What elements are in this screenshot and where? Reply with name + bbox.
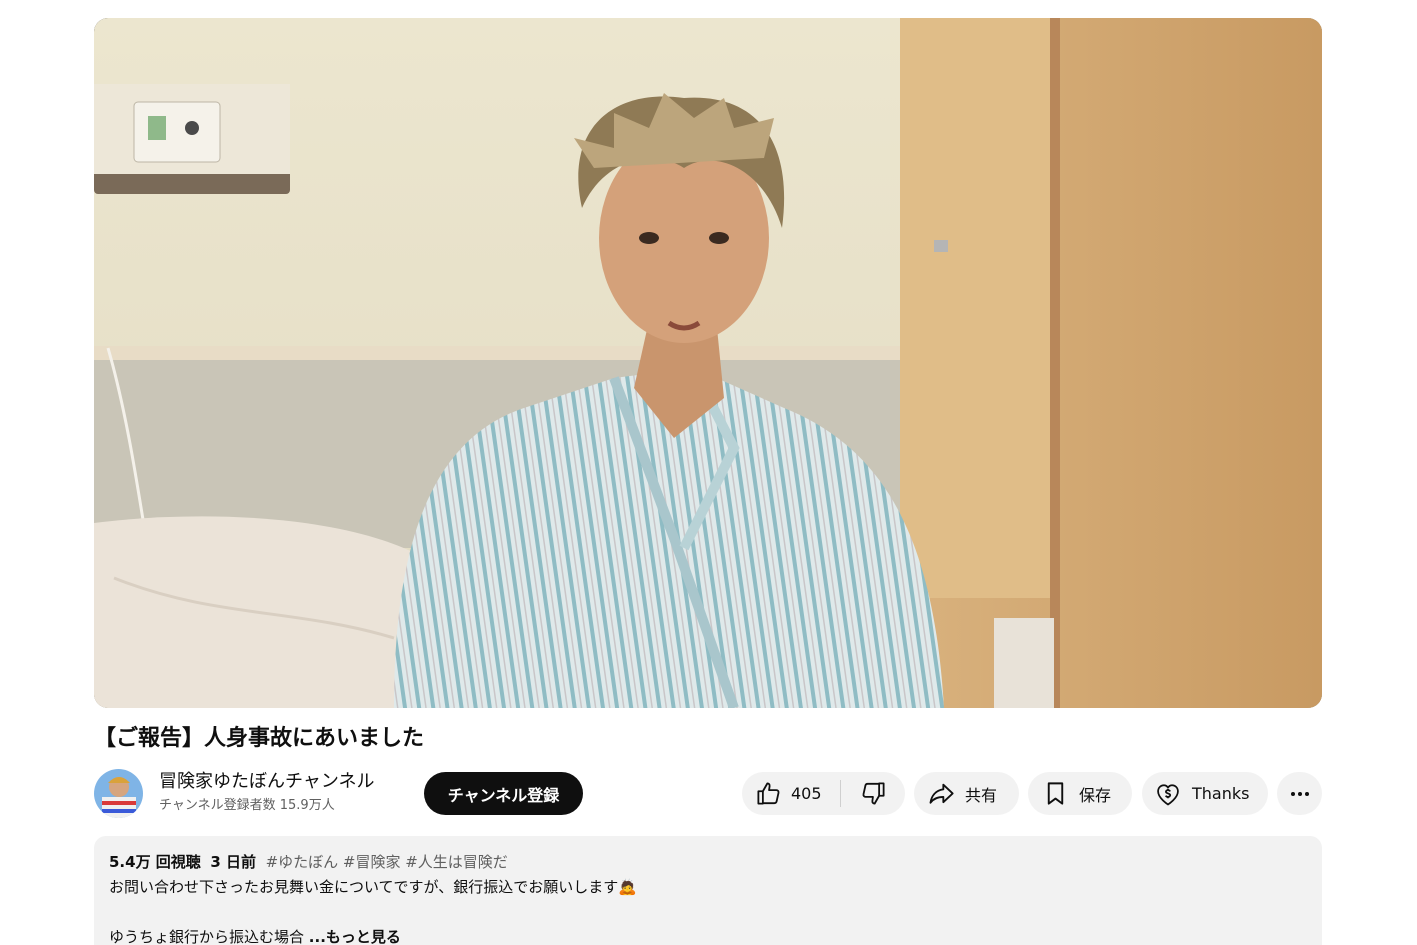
share-label: 共有	[965, 785, 998, 805]
like-button[interactable]: 405	[742, 772, 840, 815]
avatar-image	[94, 769, 143, 818]
video-player[interactable]	[94, 18, 1322, 708]
description-box[interactable]: 5.4万 回視聴 3 日前 #ゆたぼん #冒険家 #人生は冒険だ お問い合わせ下…	[94, 836, 1322, 945]
subscribe-button[interactable]: チャンネル登録	[424, 772, 583, 815]
video-meta: 5.4万 回視聴 3 日前 #ゆたぼん #冒険家 #人生は冒険だ	[109, 850, 1307, 875]
channel-name[interactable]: 冒険家ゆたぼんチャンネル	[159, 770, 374, 794]
channel-avatar[interactable]	[94, 769, 143, 818]
view-count: 5.4万 回視聴	[109, 853, 201, 871]
more-horizontal-icon	[1288, 782, 1312, 806]
like-count: 405	[791, 784, 822, 803]
description-line-2: ゆうちょ銀行から振込む場合	[109, 928, 305, 945]
description-line-1: お問い合わせ下さったお見舞い金についてですが、銀行振込でお願いします🙇	[109, 878, 637, 896]
video-title: 【ご報告】人身事故にあいました	[94, 726, 425, 751]
share-button[interactable]: 共有	[914, 772, 1019, 815]
share-arrow-icon	[927, 780, 955, 808]
save-label: 保存	[1079, 785, 1112, 805]
subscriber-count: チャンネル登録者数 15.9万人	[159, 798, 335, 813]
thumbs-down-icon	[860, 780, 887, 807]
upload-date: 3 日前	[210, 853, 257, 871]
save-button[interactable]: 保存	[1028, 772, 1132, 815]
more-actions-button[interactable]	[1277, 772, 1322, 815]
description-line-2-row: ゆうちょ銀行から振込む場合 ...もっと見る	[109, 925, 1307, 945]
dislike-button[interactable]	[841, 772, 905, 815]
thanks-label: Thanks	[1192, 784, 1250, 803]
show-more-link[interactable]: ...もっと見る	[309, 928, 401, 945]
thumbs-up-icon	[755, 780, 782, 807]
heart-dollar-icon	[1154, 780, 1182, 808]
video-frame	[94, 18, 1322, 708]
hashtags[interactable]: #ゆたぼん #冒険家 #人生は冒険だ	[266, 853, 508, 871]
thanks-button[interactable]: Thanks	[1142, 772, 1268, 815]
bookmark-icon	[1042, 780, 1069, 807]
like-dislike-group: 405	[742, 772, 905, 815]
